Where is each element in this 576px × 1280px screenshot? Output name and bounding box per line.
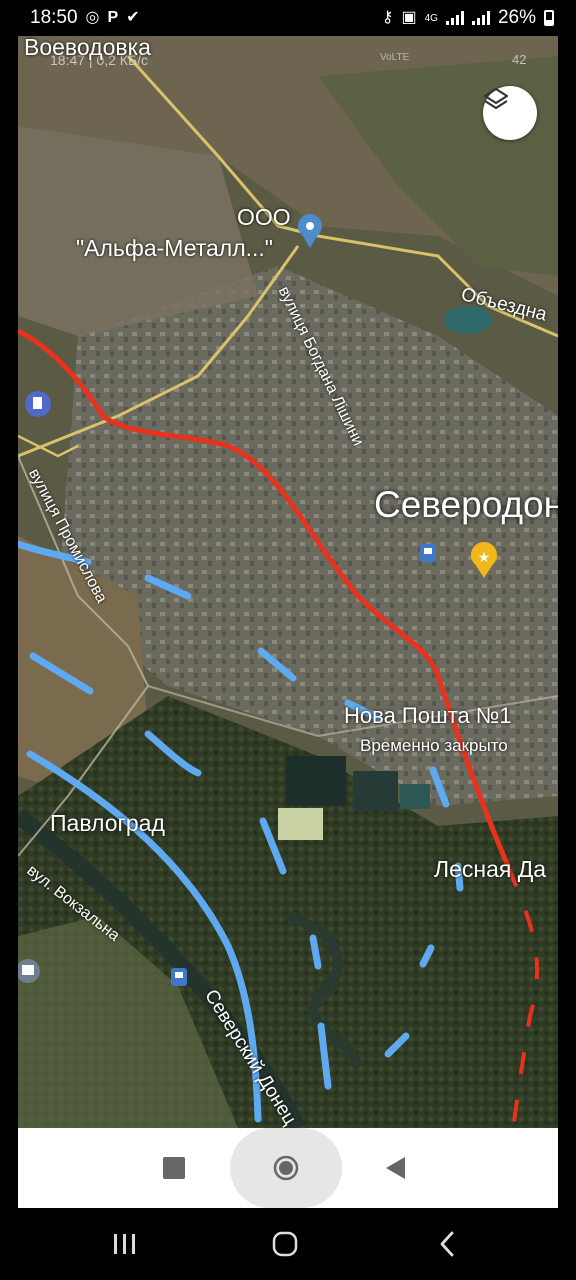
- bus-stop-icon-2[interactable]: [171, 968, 187, 986]
- label-pavlograd: Павлоград: [50, 810, 165, 836]
- label-lesnaya: Лесная Да: [434, 856, 547, 882]
- captured-volte: VoLTE: [380, 52, 410, 63]
- back-button[interactable]: [366, 1128, 426, 1208]
- label-company-bottom: "Альфа-Металл...": [76, 235, 273, 261]
- lock-icon: ▣: [401, 9, 417, 26]
- record-icon: [273, 1155, 299, 1181]
- status-time: 18:50: [30, 7, 78, 28]
- key-icon: ⚷: [381, 9, 394, 26]
- chevron-left-icon: [440, 1231, 454, 1257]
- signal-icon-2: [471, 11, 490, 25]
- map-view[interactable]: ★ 18:47 | 0,2 КБ/с VoLTE 42 Воеводовка О…: [18, 36, 558, 1128]
- signal-icon: [445, 11, 464, 25]
- system-nav-bar: [0, 1208, 576, 1280]
- label-city: Северодон: [374, 484, 558, 525]
- stop-button[interactable]: [144, 1128, 204, 1208]
- status-bar: 18:50 ◎ P ✔ ⚷ ▣ 4G 26%: [0, 0, 576, 36]
- recent-apps-button[interactable]: [95, 1226, 155, 1262]
- parking-icon: P: [107, 9, 119, 26]
- back-nav-button[interactable]: [418, 1226, 478, 1262]
- home-button[interactable]: [255, 1226, 315, 1262]
- check-circle-icon: ✔: [126, 9, 140, 26]
- stop-icon: [163, 1157, 185, 1179]
- svg-text:★: ★: [478, 550, 491, 566]
- layers-button[interactable]: [483, 86, 537, 140]
- gas-station-pin-icon[interactable]: [25, 391, 51, 417]
- battery-percent: 26%: [497, 7, 536, 28]
- status-left: 18:50 ◎ P ✔: [30, 7, 140, 29]
- record-button[interactable]: [230, 1128, 342, 1208]
- layers-icon: [483, 87, 509, 110]
- label-voevodovka: Воеводовка: [24, 36, 151, 60]
- recent-apps-icon: [114, 1234, 135, 1254]
- whatsapp-icon: ◎: [85, 9, 100, 26]
- home-icon: [272, 1231, 298, 1257]
- triangle-back-icon: [386, 1157, 405, 1179]
- label-nova-poshta: Нова Пошта №1: [344, 703, 512, 728]
- battery-icon: [544, 10, 554, 26]
- label-temporarily-closed: Временно закрыто: [360, 736, 508, 755]
- bus-stop-icon[interactable]: [420, 544, 436, 562]
- status-right: ⚷ ▣ 4G 26%: [382, 7, 554, 29]
- label-company-top: ООО: [237, 204, 291, 230]
- network-type: 4G: [424, 12, 438, 24]
- captured-badge: 42: [512, 52, 527, 67]
